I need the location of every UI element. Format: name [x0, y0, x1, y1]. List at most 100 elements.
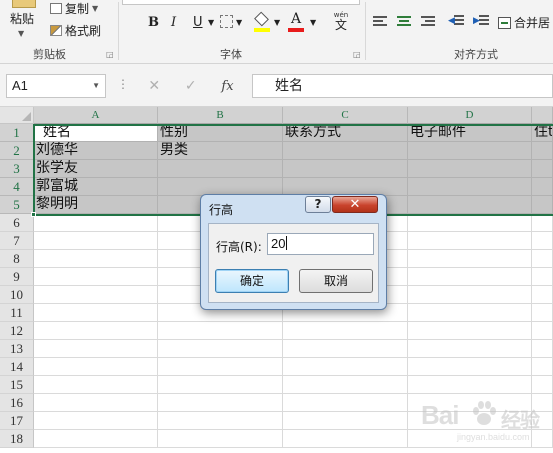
- column-header[interactable]: B: [158, 107, 283, 124]
- insert-function-icon[interactable]: fx: [221, 79, 233, 94]
- cell[interactable]: [532, 196, 553, 214]
- column-header[interactable]: A: [34, 107, 158, 124]
- cell[interactable]: [34, 286, 158, 304]
- cell[interactable]: [34, 304, 158, 322]
- cell[interactable]: [408, 232, 532, 250]
- cell[interactable]: 性别: [158, 124, 283, 142]
- cell[interactable]: [408, 160, 532, 178]
- row-header[interactable]: 12: [0, 322, 34, 340]
- fill-color-icon[interactable]: [254, 11, 270, 32]
- formula-input[interactable]: 姓名: [252, 74, 553, 98]
- row-header[interactable]: 15: [0, 376, 34, 394]
- cell[interactable]: 刘德华: [34, 142, 158, 160]
- cell[interactable]: [283, 322, 408, 340]
- name-box[interactable]: A1 ▼: [6, 74, 106, 98]
- cell[interactable]: [408, 214, 532, 232]
- cell[interactable]: [408, 376, 532, 394]
- cell[interactable]: [283, 394, 408, 412]
- cell[interactable]: [532, 268, 553, 286]
- cell[interactable]: 联系方式: [283, 124, 408, 142]
- cell[interactable]: 电子邮件: [408, 124, 532, 142]
- cell[interactable]: [283, 430, 408, 448]
- cell[interactable]: 郭富城: [34, 178, 158, 196]
- italic-button[interactable]: I: [171, 15, 176, 31]
- cell[interactable]: [34, 430, 158, 448]
- cell[interactable]: [532, 358, 553, 376]
- cell[interactable]: 男类: [158, 142, 283, 160]
- cell[interactable]: [34, 232, 158, 250]
- chevron-down-icon[interactable]: ▼: [310, 15, 316, 31]
- row-header[interactable]: 18: [0, 430, 34, 448]
- row-header[interactable]: 16: [0, 394, 34, 412]
- copy-button[interactable]: 复制 ▼: [50, 1, 98, 16]
- row-header[interactable]: 6: [0, 214, 34, 232]
- cell[interactable]: [158, 430, 283, 448]
- cell[interactable]: [158, 160, 283, 178]
- fill-handle[interactable]: [31, 212, 36, 217]
- cell[interactable]: [283, 142, 408, 160]
- cell[interactable]: [283, 412, 408, 430]
- chevron-down-icon[interactable]: ▼: [18, 29, 24, 38]
- decrease-indent-icon[interactable]: ◀: [448, 15, 464, 28]
- cell[interactable]: [158, 358, 283, 376]
- cancel-button[interactable]: 取消: [299, 269, 373, 293]
- cell[interactable]: [408, 358, 532, 376]
- chevron-down-icon[interactable]: ▼: [236, 15, 242, 31]
- font-color-button[interactable]: A: [288, 12, 304, 32]
- paste-icon[interactable]: [12, 0, 36, 8]
- cell[interactable]: [408, 142, 532, 160]
- paste-button[interactable]: 粘贴: [10, 10, 34, 27]
- cell[interactable]: [34, 322, 158, 340]
- cell[interactable]: [34, 394, 158, 412]
- format-painter-button[interactable]: 格式刷: [50, 23, 101, 38]
- enter-formula-icon[interactable]: ✓: [185, 78, 197, 94]
- cell[interactable]: [408, 268, 532, 286]
- row-header[interactable]: 4: [0, 178, 34, 196]
- cell[interactable]: [532, 142, 553, 160]
- cell[interactable]: [34, 376, 158, 394]
- more-options-icon[interactable]: ⋮: [117, 77, 129, 91]
- ok-button[interactable]: 确定: [215, 269, 289, 293]
- cancel-formula-icon[interactable]: ✕: [148, 78, 160, 94]
- help-button[interactable]: ?: [305, 196, 331, 213]
- cell[interactable]: [532, 178, 553, 196]
- increase-indent-icon[interactable]: ▶: [473, 15, 489, 28]
- row-header[interactable]: 8: [0, 250, 34, 268]
- row-header[interactable]: 2: [0, 142, 34, 160]
- align-center-icon[interactable]: [397, 16, 411, 28]
- active-cell[interactable]: 姓名: [34, 124, 158, 142]
- phonetic-guide-button[interactable]: wén 文: [331, 11, 351, 33]
- cell[interactable]: 黎明明: [34, 196, 158, 214]
- cell[interactable]: [408, 196, 532, 214]
- row-header[interactable]: 9: [0, 268, 34, 286]
- row-header[interactable]: 17: [0, 412, 34, 430]
- chevron-down-icon[interactable]: ▼: [92, 75, 100, 97]
- bold-button[interactable]: B: [148, 15, 159, 31]
- row-header[interactable]: 7: [0, 232, 34, 250]
- column-header[interactable]: D: [408, 107, 532, 124]
- chevron-down-icon[interactable]: ▼: [274, 15, 280, 31]
- cell[interactable]: [532, 160, 553, 178]
- align-right-icon[interactable]: [421, 16, 435, 28]
- cell[interactable]: [34, 340, 158, 358]
- cell[interactable]: [158, 322, 283, 340]
- cell[interactable]: [283, 340, 408, 358]
- merge-center-button[interactable]: 合并居: [498, 14, 550, 31]
- cell[interactable]: [532, 232, 553, 250]
- cell[interactable]: [408, 178, 532, 196]
- cell[interactable]: [532, 340, 553, 358]
- border-icon[interactable]: [220, 15, 233, 28]
- cell[interactable]: [283, 376, 408, 394]
- cell[interactable]: [158, 376, 283, 394]
- column-header[interactable]: [532, 107, 553, 124]
- cell[interactable]: [408, 322, 532, 340]
- cell[interactable]: [408, 286, 532, 304]
- cell[interactable]: [408, 304, 532, 322]
- chevron-down-icon[interactable]: ▼: [208, 15, 214, 31]
- row-height-input[interactable]: 20: [267, 233, 374, 255]
- chevron-down-icon[interactable]: ▼: [92, 4, 98, 13]
- cell[interactable]: [34, 358, 158, 376]
- cell[interactable]: [532, 250, 553, 268]
- select-all-button[interactable]: [0, 107, 34, 124]
- cell[interactable]: [532, 304, 553, 322]
